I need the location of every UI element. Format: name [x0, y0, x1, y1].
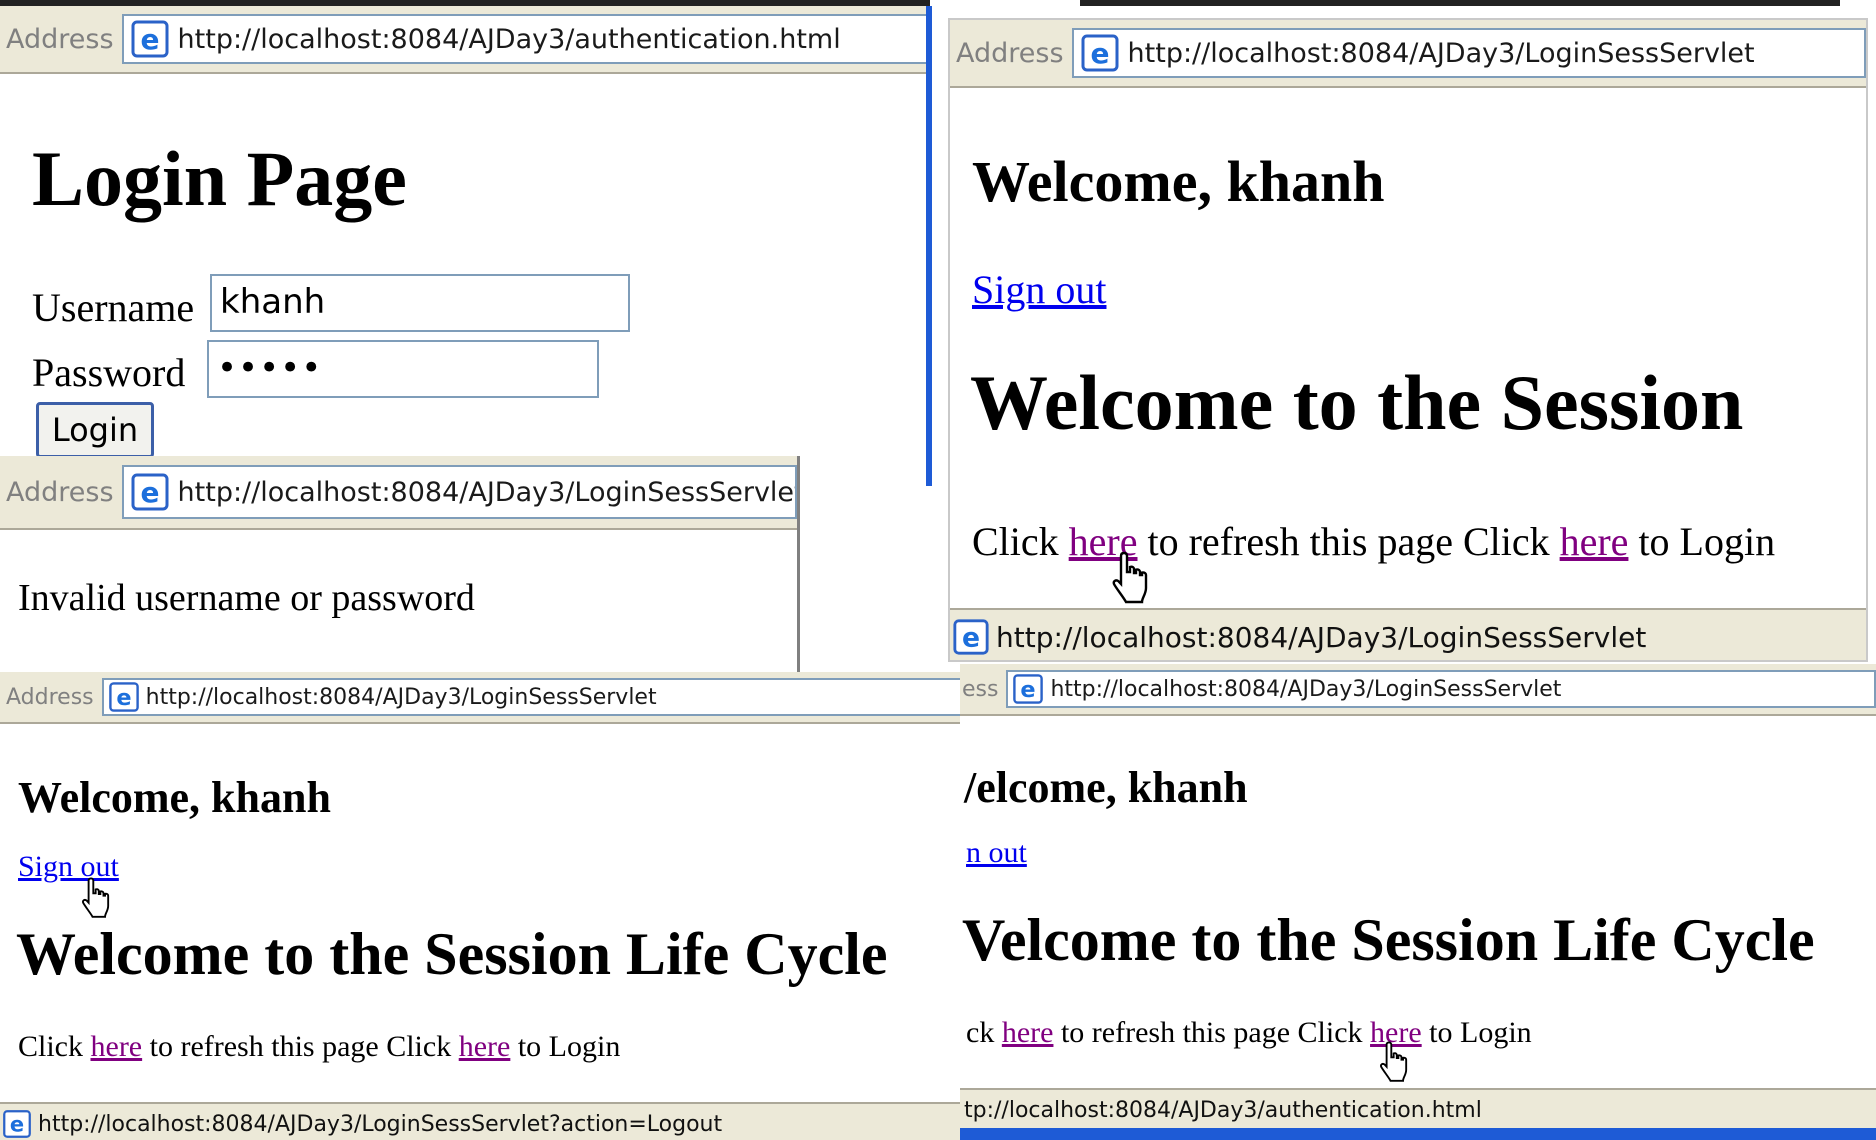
status-bar: e http://localhost:8084/AJDay3/LoginSess… [950, 608, 1866, 660]
svg-text:e: e [140, 23, 159, 56]
svg-text:e: e [10, 1113, 24, 1137]
refresh-line: Click here to refresh this page Click he… [18, 1030, 620, 1064]
url-text: http://localhost:8084/AJDay3/LoginSessSe… [1050, 676, 1562, 702]
address-label: ess [962, 676, 999, 702]
status-bar: tp://localhost:8084/AJDay3/authenticatio… [960, 1088, 1876, 1130]
address-bar: Address e http://localhost:8084/AJDay3/L… [0, 672, 963, 724]
login-link[interactable]: here [459, 1030, 511, 1063]
address-label: Address [6, 23, 114, 55]
url-text: http://localhost:8084/AJDay3/LoginSessSe… [145, 684, 657, 710]
refresh-line: Click here to refresh this page Click he… [972, 518, 1775, 565]
status-url: http://localhost:8084/AJDay3/LoginSessSe… [996, 620, 1647, 654]
login-window: Address e http://localhost:8084/AJDay3/a… [0, 6, 930, 486]
ie-page-icon: e [952, 618, 990, 656]
svg-text:e: e [1090, 37, 1109, 70]
address-label: Address [956, 37, 1064, 69]
login-text: to Login [1429, 1016, 1532, 1049]
url-text: http://localhost:8084/AJDay3/LoginSessSe… [177, 476, 797, 508]
click-text: Click [972, 519, 1059, 564]
svg-text:e: e [962, 623, 980, 654]
login-text: to Login [517, 1030, 621, 1063]
status-url: http://localhost:8084/AJDay3/LoginSessSe… [38, 1111, 723, 1137]
welcome-window: Address e http://localhost:8084/AJDay3/L… [948, 18, 1868, 662]
address-field[interactable]: e http://localhost:8084/AJDay3/authentic… [121, 13, 930, 65]
svg-text:e: e [116, 685, 131, 711]
ie-page-icon: e [130, 19, 170, 59]
welcome-heading: Welcome, khanh [972, 149, 1385, 214]
username-value: khanh [220, 282, 326, 322]
welcome-heading: /elcome, khanh [964, 763, 1248, 812]
address-label: Address [6, 476, 114, 508]
top-edge-strip-right [1080, 0, 1840, 6]
page-title: Login Page [32, 135, 407, 222]
password-label: Password [32, 350, 186, 395]
svg-text:e: e [1021, 677, 1036, 703]
ie-page-icon: e [108, 681, 140, 713]
password-input[interactable]: ••••• [207, 340, 599, 398]
window-divider [926, 6, 932, 486]
page-content: Welcome, khanh Sign out Welcome to the S… [950, 88, 1866, 608]
hand-cursor-icon [1110, 550, 1156, 611]
password-value: ••••• [217, 348, 323, 388]
address-bar: Address e http://localhost:8084/AJDay3/a… [0, 6, 930, 74]
address-field[interactable]: e http://localhost:8084/AJDay3/LoginSess… [101, 678, 963, 716]
hand-cursor-icon [1378, 1040, 1414, 1089]
click-text: ck [966, 1016, 995, 1049]
page-content: Welcome, khanh Sign out Welcome to the S… [0, 724, 963, 1084]
login-button[interactable]: Login [36, 402, 154, 458]
address-bar: Address e http://localhost:8084/AJDay3/L… [950, 20, 1866, 88]
ie-page-icon: e [1080, 33, 1120, 73]
address-bar: Address e http://localhost:8084/AJDay3/L… [0, 456, 797, 530]
login-link[interactable]: here [1560, 519, 1629, 564]
welcome-heading: Welcome, khanh [18, 773, 331, 822]
refresh-link[interactable]: here [91, 1030, 143, 1063]
error-message: Invalid username or password [18, 577, 475, 619]
username-label: Username [32, 285, 195, 330]
invalid-window: Address e http://localhost:8084/AJDay3/L… [0, 456, 800, 672]
ie-page-icon: e [1012, 673, 1044, 705]
status-bar: e http://localhost:8084/AJDay3/LoginSess… [0, 1102, 963, 1140]
click-text: Click [18, 1030, 83, 1063]
address-field[interactable]: e http://localhost:8084/AJDay3/LoginSess… [1071, 27, 1866, 79]
ie-page-icon: e [130, 472, 170, 512]
refresh-text: to refresh this page Click [149, 1030, 452, 1063]
address-bar: ess e http://localhost:8084/AJDay3/Login… [960, 664, 1876, 716]
svg-text:e: e [140, 476, 159, 509]
login-text: to Login [1638, 519, 1776, 564]
session-heading: Welcome to the Session [970, 359, 1744, 446]
sign-out-link[interactable]: n out [966, 836, 1027, 870]
refresh-link[interactable]: here [1002, 1016, 1054, 1049]
taskbar-strip [960, 1128, 1876, 1140]
refresh-line: ck here to refresh this page Click here … [966, 1016, 1532, 1050]
signout-window: Address e http://localhost:8084/AJDay3/L… [0, 672, 966, 1140]
status-url: tp://localhost:8084/AJDay3/authenticatio… [964, 1097, 1482, 1123]
page-content: /elcome, khanh n out Velcome to the Sess… [960, 716, 1876, 1082]
sign-out-link[interactable]: Sign out [972, 266, 1106, 313]
username-input[interactable]: khanh [210, 274, 630, 332]
hand-cursor-icon [80, 876, 116, 925]
address-field[interactable]: e http://localhost:8084/AJDay3/LoginSess… [1006, 670, 1876, 708]
session-heading: Welcome to the Session Life Cycle [16, 921, 888, 987]
refresh-text: to refresh this page Click [1147, 519, 1550, 564]
ie-page-icon: e [2, 1109, 32, 1139]
address-label: Address [6, 684, 94, 710]
page-content: Login Page Username khanh Password •••••… [0, 74, 930, 486]
address-field[interactable]: e http://localhost:8084/AJDay3/LoginSess… [121, 464, 797, 520]
url-text: http://localhost:8084/AJDay3/LoginSessSe… [1127, 37, 1755, 69]
relogin-window: ess e http://localhost:8084/AJDay3/Login… [960, 664, 1876, 1140]
url-text: http://localhost:8084/AJDay3/authenticat… [177, 23, 841, 55]
refresh-text: to refresh this page Click [1060, 1016, 1363, 1049]
session-heading: Velcome to the Session Life Cycle [962, 907, 1815, 973]
